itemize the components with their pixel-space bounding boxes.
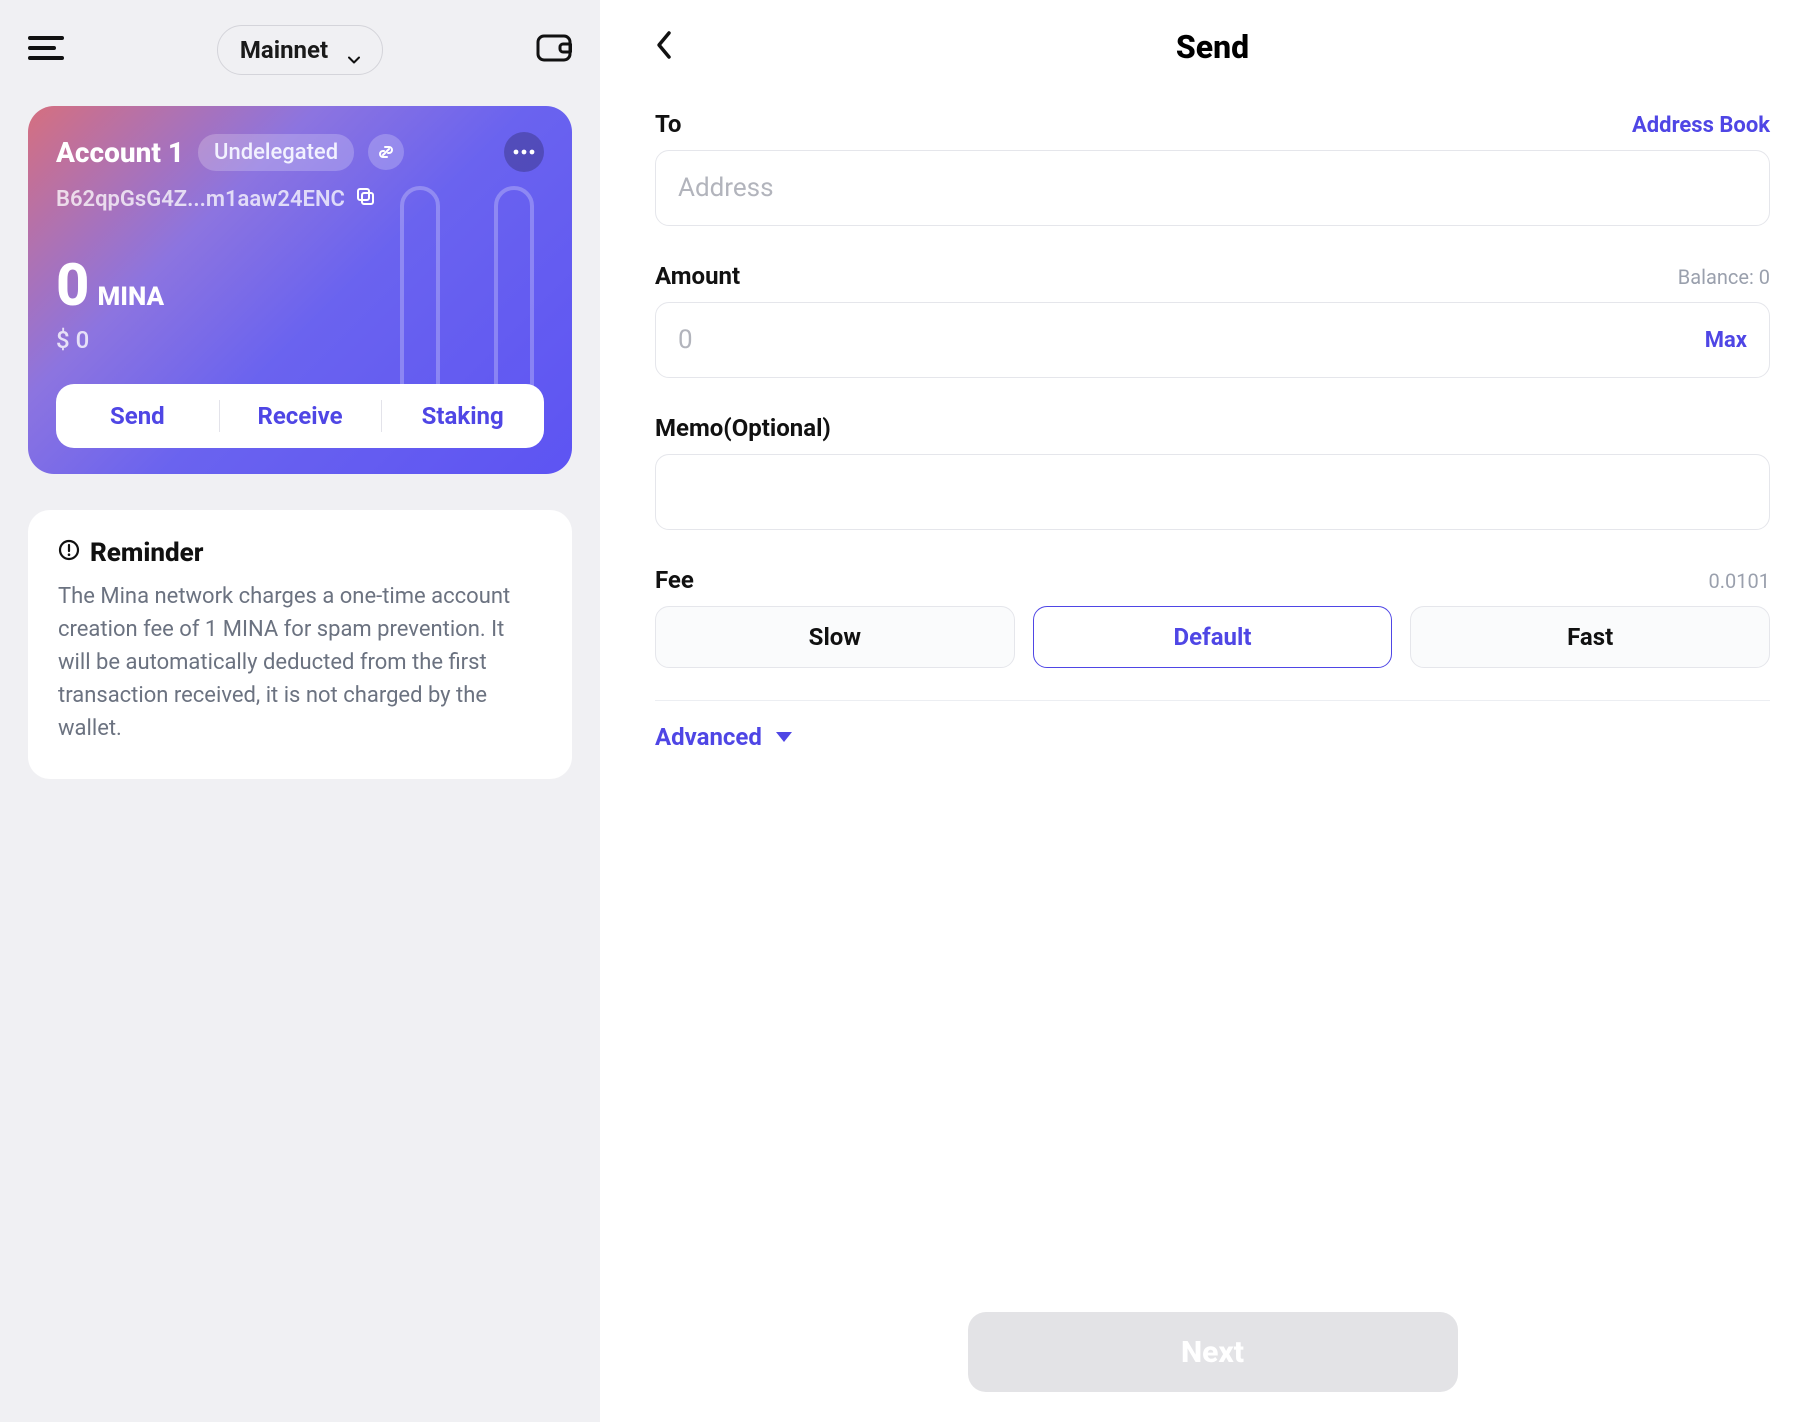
next-button[interactable]: Next xyxy=(968,1312,1458,1392)
address-input-box xyxy=(655,150,1770,226)
copy-icon[interactable] xyxy=(355,186,375,212)
memo-input[interactable] xyxy=(678,477,1747,507)
chevron-down-icon xyxy=(348,44,360,56)
network-label: Mainnet xyxy=(240,36,328,64)
address-input[interactable] xyxy=(678,173,1747,203)
fee-option-fast[interactable]: Fast xyxy=(1410,606,1770,668)
fee-label: Fee xyxy=(655,566,694,594)
balance-usd: $ 0 xyxy=(56,326,544,354)
receive-action-button[interactable]: Receive xyxy=(219,384,382,448)
fee-option-default[interactable]: Default xyxy=(1033,606,1393,668)
topbar: Mainnet xyxy=(28,20,572,80)
account-card: Account 1 Undelegated B62qpGsG4Z...m1aaw… xyxy=(28,106,572,474)
fee-value: 0.0101 xyxy=(1709,569,1770,593)
balance-symbol: MINA xyxy=(97,282,164,312)
memo-label: Memo(Optional) xyxy=(655,414,831,442)
advanced-label: Advanced xyxy=(655,723,762,751)
address-book-link[interactable]: Address Book xyxy=(1632,113,1770,138)
send-action-button[interactable]: Send xyxy=(56,384,219,448)
link-icon[interactable] xyxy=(368,134,404,170)
action-bar: Send Receive Staking xyxy=(56,384,544,448)
delegation-status-badge: Undelegated xyxy=(198,134,354,171)
balance-amount: 0 xyxy=(56,252,89,320)
amount-label: Amount xyxy=(655,262,740,290)
reminder-title: Reminder xyxy=(90,538,203,568)
fee-option-slow[interactable]: Slow xyxy=(655,606,1015,668)
back-button[interactable] xyxy=(655,30,675,64)
reminder-card: Reminder The Mina network charges a one-… xyxy=(28,510,572,779)
amount-input[interactable] xyxy=(678,325,1691,355)
account-address-short: B62qpGsG4Z...m1aaw24ENC xyxy=(56,187,345,212)
advanced-toggle[interactable]: Advanced xyxy=(655,700,1770,751)
amount-input-box: Max xyxy=(655,302,1770,378)
to-label: To xyxy=(655,110,681,138)
balance-label: Balance: 0 xyxy=(1678,265,1770,289)
page-title: Send xyxy=(1176,28,1249,66)
memo-input-box xyxy=(655,454,1770,530)
account-name: Account 1 xyxy=(56,136,184,169)
fee-options: Slow Default Fast xyxy=(655,606,1770,668)
home-pane: Mainnet Account 1 Undelegated B62qpGsG4Z… xyxy=(0,0,600,1422)
alert-icon xyxy=(58,538,80,568)
more-options-button[interactable] xyxy=(504,132,544,172)
reminder-body: The Mina network charges a one-time acco… xyxy=(58,580,542,745)
network-selector[interactable]: Mainnet xyxy=(217,25,383,75)
send-pane: Send To Address Book Amount Balance: 0 M… xyxy=(600,0,1800,1422)
staking-action-button[interactable]: Staking xyxy=(381,384,544,448)
menu-icon[interactable] xyxy=(28,34,64,66)
max-button[interactable]: Max xyxy=(1691,328,1747,353)
wallet-icon[interactable] xyxy=(536,32,572,68)
chevron-down-icon xyxy=(776,732,792,742)
